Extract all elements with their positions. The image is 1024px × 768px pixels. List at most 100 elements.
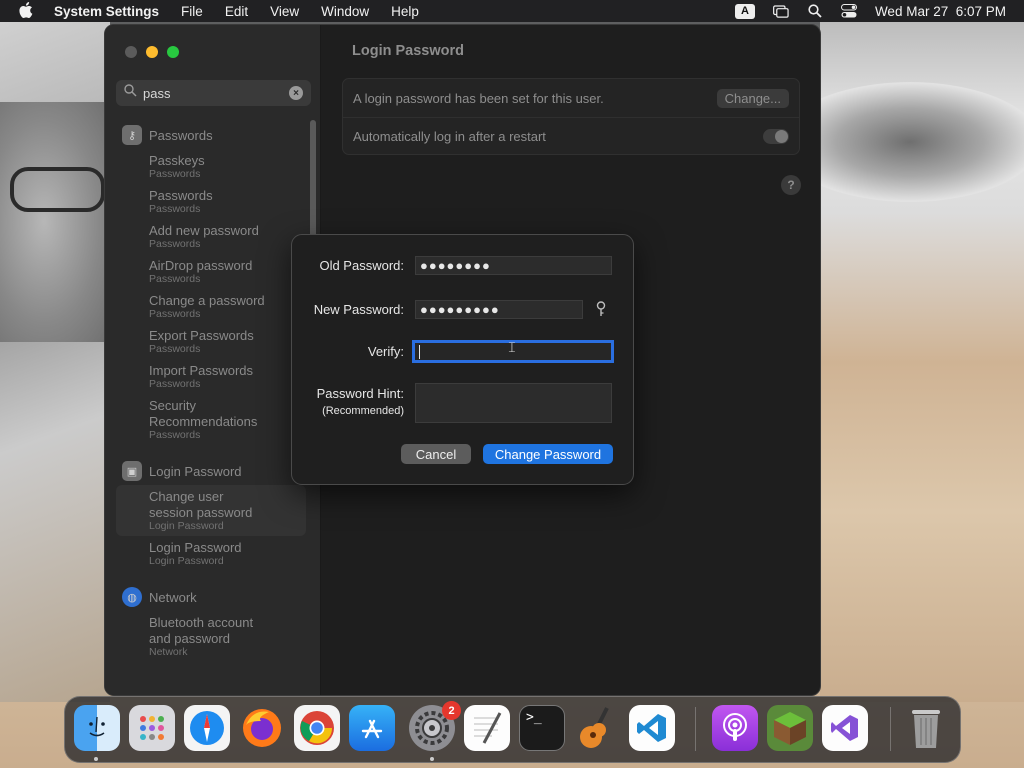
item-label: Passwords: [149, 188, 213, 203]
menu-bar: System Settings File Edit View Window He…: [0, 0, 1024, 22]
sidebar-search[interactable]: pass ×: [116, 80, 311, 106]
notification-badge: 2: [442, 701, 461, 720]
screen-mirroring-icon[interactable]: [772, 4, 789, 18]
sidebar-item-airdrop-password[interactable]: AirDrop password Passwords: [116, 254, 306, 289]
finder-icon[interactable]: [74, 705, 120, 751]
new-password-label: New Password:: [313, 302, 404, 317]
change-password-submit-button[interactable]: Change Password: [483, 444, 613, 464]
clear-search-icon[interactable]: ×: [289, 86, 303, 100]
window-controls: [125, 46, 188, 58]
app-store-icon[interactable]: [349, 705, 395, 751]
key-icon: ⚷: [122, 125, 142, 145]
hint-recommended-text: (Recommended): [322, 405, 404, 417]
close-window-button[interactable]: [125, 46, 137, 58]
menu-edit[interactable]: Edit: [225, 4, 248, 19]
section-title: Passwords: [149, 127, 213, 143]
search-icon: [124, 84, 137, 102]
text-caret: [419, 344, 420, 359]
item-sub: Network: [149, 646, 188, 658]
sidebar-item-login-password[interactable]: Login Password Login Password: [116, 536, 306, 571]
sidebar-item-security-recommendations[interactable]: Security Recommendations Passwords: [116, 394, 306, 445]
lock-icon: ▣: [122, 461, 142, 481]
textedit-icon[interactable]: [464, 705, 510, 751]
section-title: Login Password: [149, 463, 242, 479]
wallpaper-face: [0, 102, 110, 342]
auto-login-row: Automatically log in after a restart: [343, 117, 799, 155]
password-hint-field[interactable]: [415, 383, 612, 423]
section-passwords[interactable]: ⚷ Passwords: [116, 121, 306, 149]
password-assistant-key-icon[interactable]: [596, 301, 606, 320]
menu-window[interactable]: Window: [321, 4, 369, 19]
sidebar: pass × ⚷ Passwords Passkeys Passwords Pas…: [105, 25, 321, 695]
sidebar-scrollbar[interactable]: [310, 120, 316, 240]
dock: 2 >_: [64, 696, 961, 763]
garageband-icon[interactable]: [574, 705, 620, 751]
menu-app-name[interactable]: System Settings: [54, 4, 159, 19]
item-sub: Passwords: [149, 308, 201, 320]
menu-help[interactable]: Help: [391, 4, 419, 19]
firefox-icon[interactable]: [239, 705, 285, 751]
item-label: Change a password: [149, 293, 265, 308]
menu-file[interactable]: File: [181, 4, 203, 19]
item-label: Import Passwords: [149, 363, 254, 378]
zoom-window-button[interactable]: [167, 46, 179, 58]
launchpad-icon[interactable]: [129, 705, 175, 751]
sidebar-item-add-new-password[interactable]: Add new password Passwords: [116, 219, 306, 254]
sidebar-item-passwords[interactable]: Passwords Passwords: [116, 184, 306, 219]
menu-view[interactable]: View: [270, 4, 299, 19]
dock-separator: [695, 707, 696, 751]
settings-running-dot: [430, 757, 434, 761]
item-label: Export Passwords: [149, 328, 254, 343]
sidebar-item-change-user-session-password[interactable]: Change user session password Login Passwo…: [116, 485, 306, 536]
chrome-icon[interactable]: [294, 705, 340, 751]
minimize-window-button[interactable]: [146, 46, 158, 58]
change-password-dialog: Old Password: ●●●●●●●● New Password: ●●●…: [291, 234, 634, 485]
vscode-icon[interactable]: [629, 705, 675, 751]
visual-studio-icon[interactable]: [822, 705, 868, 751]
minecraft-icon[interactable]: [767, 705, 813, 751]
item-sub: Login Password: [149, 555, 224, 567]
sidebar-item-change-a-password[interactable]: Change a password Passwords: [116, 289, 306, 324]
section-title: Network: [149, 589, 197, 605]
item-sub: Passwords: [149, 168, 201, 180]
item-label: AirDrop password: [149, 258, 253, 273]
item-sub: Login Password: [149, 520, 224, 532]
change-password-button[interactable]: Change...: [716, 88, 789, 108]
cancel-button[interactable]: Cancel: [401, 444, 471, 464]
section-login-password[interactable]: ▣ Login Password: [116, 457, 306, 485]
item-sub: Passwords: [149, 203, 201, 215]
podcasts-icon[interactable]: [712, 705, 758, 751]
help-button[interactable]: ?: [781, 175, 801, 195]
sidebar-item-passkeys[interactable]: Passkeys Passwords: [116, 149, 306, 184]
safari-icon[interactable]: [184, 705, 230, 751]
new-password-field[interactable]: ●●●●●●●●●: [415, 300, 583, 319]
control-center-icon[interactable]: [840, 4, 857, 18]
terminal-icon[interactable]: >_: [519, 705, 565, 751]
finder-running-dot: [94, 757, 98, 761]
input-source-icon[interactable]: A: [734, 3, 755, 19]
item-sub: Passwords: [149, 378, 201, 390]
dock-separator: [890, 707, 891, 751]
item-sub: Passwords: [149, 429, 201, 441]
verify-label: Verify:: [367, 344, 404, 359]
section-network[interactable]: ◍ Network: [116, 583, 306, 611]
old-password-field[interactable]: ●●●●●●●●: [415, 256, 612, 275]
trash-icon[interactable]: [903, 705, 949, 751]
auto-login-text: Automatically log in after a restart: [353, 129, 546, 144]
terminal-prompt: >_: [526, 710, 542, 725]
system-settings-icon[interactable]: 2: [409, 701, 461, 751]
old-password-label: Old Password:: [319, 258, 404, 273]
sidebar-item-bluetooth-account-password[interactable]: Bluetooth account and password Network: [116, 611, 306, 662]
item-label: Change user session password: [149, 489, 253, 520]
sidebar-item-export-passwords[interactable]: Export Passwords Passwords: [116, 324, 306, 359]
apple-menu-icon[interactable]: [18, 1, 34, 21]
menu-clock[interactable]: Wed Mar 27 6:07 PM: [875, 4, 1006, 19]
auto-login-toggle[interactable]: [763, 129, 789, 144]
search-input[interactable]: pass: [143, 86, 289, 101]
item-label: Login Password: [149, 540, 242, 555]
page-title: Login Password: [352, 43, 464, 59]
spotlight-search-icon[interactable]: [807, 4, 823, 18]
login-password-group: A login password has been set for this u…: [342, 78, 800, 155]
desktop-wallpaper-right: [780, 22, 1024, 702]
sidebar-item-import-passwords[interactable]: Import Passwords Passwords: [116, 359, 306, 394]
